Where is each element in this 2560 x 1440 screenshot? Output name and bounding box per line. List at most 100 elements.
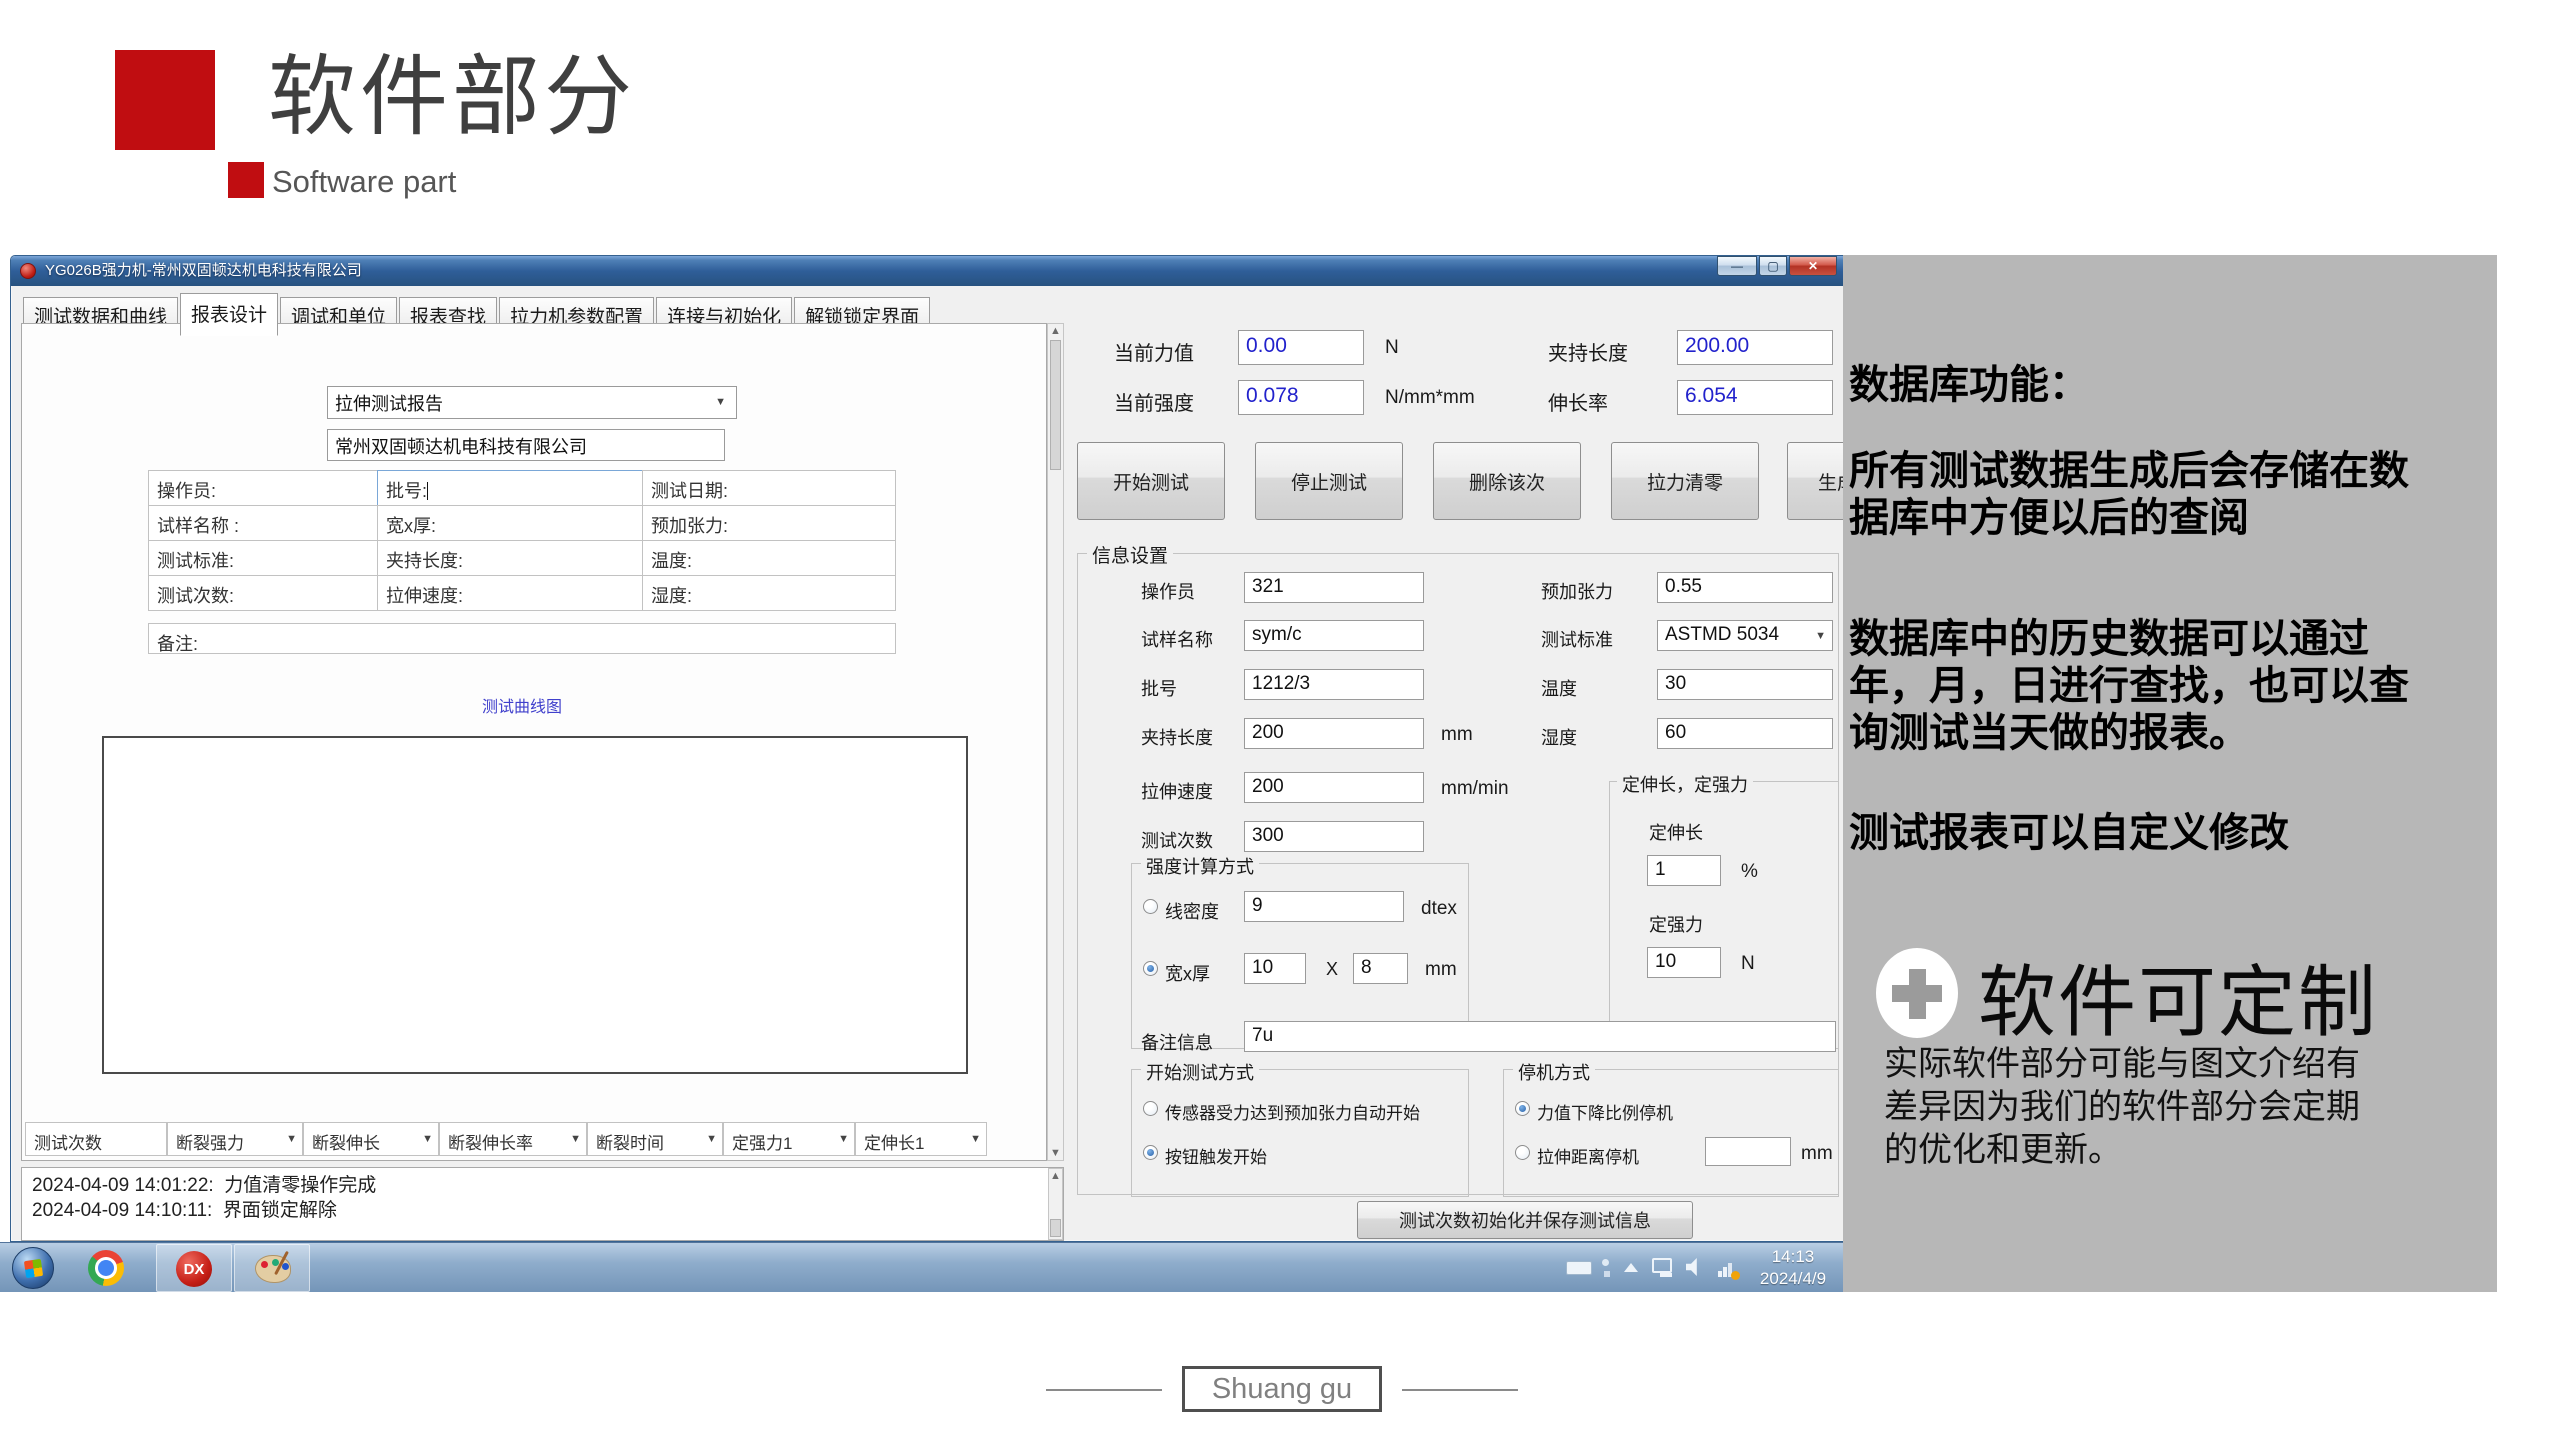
grip-length-label: 夹持长度 bbox=[1141, 724, 1213, 750]
taskbar: DX 14:13 2024/4/9 bbox=[0, 1242, 1843, 1292]
fixed-force-unit: N bbox=[1741, 953, 1755, 975]
pretension-input[interactable]: 0.55 bbox=[1657, 572, 1833, 603]
speed-input[interactable]: 200 bbox=[1244, 772, 1424, 803]
scroll-down-icon[interactable]: ▼ bbox=[1048, 1146, 1063, 1160]
result-col-break-elong-rate[interactable]: 断裂伸长率▼ bbox=[439, 1122, 587, 1156]
form-cell-pretension[interactable]: 预加张力: bbox=[642, 505, 896, 541]
remark-info-input[interactable]: 7u bbox=[1244, 1021, 1836, 1052]
width-thick-radio[interactable] bbox=[1143, 961, 1158, 976]
grip-length-input[interactable]: 200 bbox=[1244, 718, 1424, 749]
tab-report-design[interactable]: 报表设计 bbox=[180, 293, 278, 336]
form-cell-humidity[interactable]: 湿度: bbox=[642, 575, 896, 611]
clock-date: 2024/4/9 bbox=[1748, 1268, 1838, 1290]
sample-name-input[interactable]: sym/c bbox=[1244, 620, 1424, 651]
stop-test-button[interactable]: 停止测试 bbox=[1255, 442, 1403, 520]
window-title: YG026B强力机-常州双固顿达机电科技有限公司 bbox=[45, 256, 362, 286]
result-col-fixed-elong[interactable]: 定伸长1▼ bbox=[855, 1122, 987, 1156]
keyboard-tray-icon[interactable] bbox=[1566, 1261, 1592, 1275]
elongation-number: 6.054 bbox=[1685, 384, 1738, 407]
network-bar-1 bbox=[1718, 1271, 1722, 1277]
start-auto-radio[interactable] bbox=[1143, 1101, 1158, 1116]
form-cell-operator[interactable]: 操作员: bbox=[148, 470, 378, 506]
volume-tray-icon[interactable] bbox=[1686, 1258, 1704, 1276]
tray-expand-icon[interactable] bbox=[1624, 1263, 1638, 1272]
humidity-label: 湿度 bbox=[1541, 724, 1577, 750]
slide-subtitle: Software part bbox=[272, 164, 456, 200]
curve-chart-area bbox=[102, 736, 968, 1074]
window-titlebar[interactable]: YG026B强力机-常州双固顿达机电科技有限公司 — ▢ ✕ bbox=[11, 256, 1849, 286]
linear-density-input[interactable]: 9 bbox=[1244, 891, 1404, 922]
result-col-break-elong[interactable]: 断裂伸长▼ bbox=[303, 1122, 439, 1156]
result-col-break-elong-rate-label: 断裂伸长率 bbox=[448, 1134, 533, 1153]
standard-value: ASTMD 5034 bbox=[1665, 624, 1779, 645]
windows-logo-icon bbox=[24, 1259, 43, 1278]
current-force-number: 0.00 bbox=[1246, 334, 1287, 357]
form-cell-grip-length[interactable]: 夹持长度: bbox=[377, 540, 643, 576]
form-cell-sample-name[interactable]: 试样名称 : bbox=[148, 505, 378, 541]
result-col-break-elong-label: 断裂伸长 bbox=[312, 1134, 380, 1153]
display-tray-icon[interactable] bbox=[1652, 1258, 1672, 1273]
scroll-up-icon[interactable]: ▲ bbox=[1049, 1169, 1062, 1183]
thickness-input[interactable]: 8 bbox=[1353, 953, 1408, 984]
report-type-dropdown[interactable]: 拉伸测试报告 ▼ bbox=[327, 386, 737, 419]
stop-distance-input[interactable] bbox=[1705, 1137, 1791, 1166]
fixed-elong-input[interactable]: 1 bbox=[1647, 855, 1721, 886]
close-button[interactable]: ✕ bbox=[1789, 256, 1837, 276]
company-name-input[interactable]: 常州双固顿达机电科技有限公司 bbox=[327, 429, 725, 461]
stop-distance-radio[interactable] bbox=[1515, 1145, 1530, 1160]
taskbar-item-dx[interactable]: DX bbox=[156, 1244, 232, 1292]
humidity-input[interactable]: 60 bbox=[1657, 718, 1833, 749]
stop-distance-unit: mm bbox=[1801, 1143, 1833, 1165]
test-count-input[interactable]: 300 bbox=[1244, 821, 1424, 852]
form-cell-test-count[interactable]: 测试次数: bbox=[148, 575, 378, 611]
batch-input[interactable]: 1212/3 bbox=[1244, 669, 1424, 700]
report-panel-scrollbar[interactable]: ▲ ▼ bbox=[1047, 323, 1064, 1161]
chrome-icon[interactable] bbox=[88, 1250, 124, 1286]
form-cell-temperature[interactable]: 温度: bbox=[642, 540, 896, 576]
form-cell-width-thick[interactable]: 宽x厚: bbox=[377, 505, 643, 541]
standard-dropdown[interactable]: ASTMD 5034 ▼ bbox=[1657, 620, 1833, 651]
temperature-input[interactable]: 30 bbox=[1657, 669, 1833, 700]
result-col-break-time[interactable]: 断裂时间▼ bbox=[587, 1122, 723, 1156]
log-scrollbar-thumb[interactable] bbox=[1050, 1219, 1061, 1237]
current-strength-value: 0.078 bbox=[1238, 380, 1364, 415]
form-cell-test-date[interactable]: 测试日期: bbox=[642, 470, 896, 506]
width-input[interactable]: 10 bbox=[1244, 953, 1306, 984]
force-zero-button[interactable]: 拉力清零 bbox=[1611, 442, 1759, 520]
form-cell-standard[interactable]: 测试标准: bbox=[148, 540, 378, 576]
start-button[interactable] bbox=[12, 1247, 54, 1289]
form-cell-remark[interactable]: 备注: bbox=[148, 623, 896, 654]
form-cell-batch[interactable]: 批号: bbox=[377, 470, 643, 506]
result-col-break-time-label: 断裂时间 bbox=[596, 1134, 664, 1153]
stop-drop-radio[interactable] bbox=[1515, 1101, 1530, 1116]
stop-drop-label: 力值下降比例停机 bbox=[1537, 1099, 1673, 1124]
minimize-button[interactable]: — bbox=[1717, 256, 1757, 276]
taskbar-clock[interactable]: 14:13 2024/4/9 bbox=[1748, 1246, 1838, 1290]
start-button-radio[interactable] bbox=[1143, 1145, 1158, 1160]
operator-input[interactable]: 321 bbox=[1244, 572, 1424, 603]
sample-name-label: 试样名称 bbox=[1141, 626, 1213, 652]
form-cell-speed[interactable]: 拉伸速度: bbox=[377, 575, 643, 611]
init-save-button[interactable]: 测试次数初始化并保存测试信息 bbox=[1357, 1201, 1693, 1239]
current-strength-unit: N/mm*mm bbox=[1385, 387, 1475, 409]
taskbar-item-paint[interactable] bbox=[234, 1244, 310, 1292]
log-scrollbar[interactable]: ▲ bbox=[1048, 1168, 1063, 1240]
subtitle-red-square bbox=[228, 162, 264, 198]
linear-density-label: 线密度 bbox=[1165, 898, 1219, 924]
chevron-down-icon: ▼ bbox=[1815, 630, 1826, 642]
start-button-label: 按钮触发开始 bbox=[1165, 1143, 1267, 1168]
delete-test-button[interactable]: 删除该次 bbox=[1433, 442, 1581, 520]
result-col-fixed-force[interactable]: 定强力1▼ bbox=[723, 1122, 855, 1156]
linear-density-radio[interactable] bbox=[1143, 899, 1158, 914]
fixed-force-input[interactable]: 10 bbox=[1647, 947, 1721, 978]
grip-length-readout-value: 200.00 bbox=[1677, 330, 1833, 365]
start-test-button[interactable]: 开始测试 bbox=[1077, 442, 1225, 520]
scrollbar-thumb[interactable] bbox=[1050, 340, 1061, 470]
maximize-button[interactable]: ▢ bbox=[1759, 256, 1787, 276]
scroll-up-icon[interactable]: ▲ bbox=[1048, 324, 1063, 338]
tray-square-icon[interactable] bbox=[1604, 1271, 1610, 1277]
result-col-break-force[interactable]: 断裂强力▼ bbox=[167, 1122, 303, 1156]
curve-chart-link[interactable]: 测试曲线图 bbox=[148, 693, 896, 717]
fixed-elong-label: 定伸长 bbox=[1649, 819, 1703, 845]
tray-dot-icon[interactable] bbox=[1602, 1259, 1609, 1266]
